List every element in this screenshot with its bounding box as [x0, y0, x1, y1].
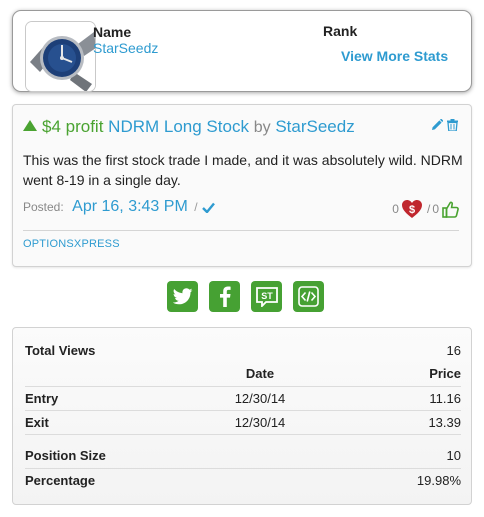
- svg-text:ST: ST: [261, 291, 273, 301]
- exit-date: 12/30/14: [185, 409, 335, 434]
- trade-description: This was the first stock trade I made, a…: [23, 152, 463, 188]
- posted-label: Posted:: [23, 200, 64, 214]
- checkmark-icon: [202, 202, 215, 214]
- trade-name-link[interactable]: NDRM Long Stock: [108, 117, 249, 136]
- percentage-row: Percentage 19.98%: [25, 467, 461, 492]
- entry-label: Entry: [25, 385, 185, 410]
- vote-controls: 0 $ / 0: [392, 199, 459, 219]
- exit-label: Exit: [25, 409, 185, 434]
- twitter-share-button[interactable]: [167, 281, 198, 312]
- name-label: Name: [93, 24, 132, 40]
- facebook-icon: [219, 286, 231, 307]
- stats-table: Total Views 16 Date Price Entry 12/30/14…: [25, 338, 461, 492]
- divider: [23, 230, 459, 231]
- total-views-row: Total Views 16: [25, 338, 461, 362]
- price-column-header: Price: [429, 366, 461, 382]
- like-count: 0: [432, 202, 439, 216]
- posted-date-link[interactable]: Apr 16, 3:43 PM: [72, 198, 188, 215]
- position-size-label: Position Size: [25, 448, 106, 464]
- share-buttons: ST: [167, 281, 324, 312]
- percentage-label: Percentage: [25, 467, 185, 492]
- entry-price: 11.16: [335, 385, 461, 410]
- position-size-value: 10: [446, 448, 461, 464]
- exit-price: 13.39: [335, 409, 461, 434]
- profile-card: Name StarSeedz Rank View More Stats: [12, 10, 472, 92]
- thumbs-up-icon[interactable]: [442, 201, 459, 218]
- embed-code-button[interactable]: [293, 281, 324, 312]
- trade-profit: $4 profit: [42, 117, 104, 136]
- stats-card: Total Views 16 Date Price Entry 12/30/14…: [12, 327, 472, 505]
- row-spacer: [25, 433, 461, 444]
- trade-card: $4 profit NDRM Long Stock by StarSeedz T…: [12, 104, 472, 267]
- position-size-row: Position Size 10: [25, 444, 461, 468]
- percentage-value: 19.98%: [335, 467, 461, 492]
- total-views-value: 16: [446, 342, 461, 358]
- broker-link[interactable]: OPTIONSXPRESS: [23, 238, 120, 250]
- code-icon: [298, 286, 319, 307]
- by-label: by: [253, 119, 271, 136]
- table-header: Date Price: [25, 362, 461, 386]
- posted-slash: /: [194, 200, 198, 214]
- view-more-stats-link[interactable]: View More Stats: [341, 48, 448, 64]
- card-actions: [431, 119, 458, 131]
- triangle-up-icon: [23, 120, 37, 131]
- pencil-icon[interactable]: [431, 119, 443, 131]
- trade-title: $4 profit NDRM Long Stock by StarSeedz: [23, 117, 355, 137]
- entry-date: 12/30/14: [185, 385, 335, 410]
- twitter-icon: [172, 288, 192, 305]
- posted-row: Posted: Apr 16, 3:43 PM /: [23, 198, 215, 216]
- watch-icon: [26, 22, 95, 91]
- username-link[interactable]: StarSeedz: [93, 40, 158, 56]
- svg-text:$: $: [409, 204, 415, 216]
- total-views-label: Total Views: [25, 342, 96, 358]
- vote-separator: /: [426, 202, 431, 216]
- facebook-share-button[interactable]: [209, 281, 240, 312]
- table-row: Exit 12/30/14 13.39: [25, 409, 461, 434]
- table-row: Entry 12/30/14 11.16: [25, 385, 461, 410]
- stocktwits-share-button[interactable]: ST: [251, 281, 282, 312]
- date-column-header: Date: [245, 366, 275, 382]
- avatar[interactable]: [25, 21, 96, 92]
- rank-label: Rank: [323, 23, 358, 39]
- stocktwits-icon: ST: [255, 286, 278, 307]
- dislike-count: 0: [392, 202, 399, 216]
- dislike-heart-icon[interactable]: $: [401, 199, 423, 219]
- trash-icon[interactable]: [447, 119, 458, 131]
- trade-author-link[interactable]: StarSeedz: [275, 117, 354, 136]
